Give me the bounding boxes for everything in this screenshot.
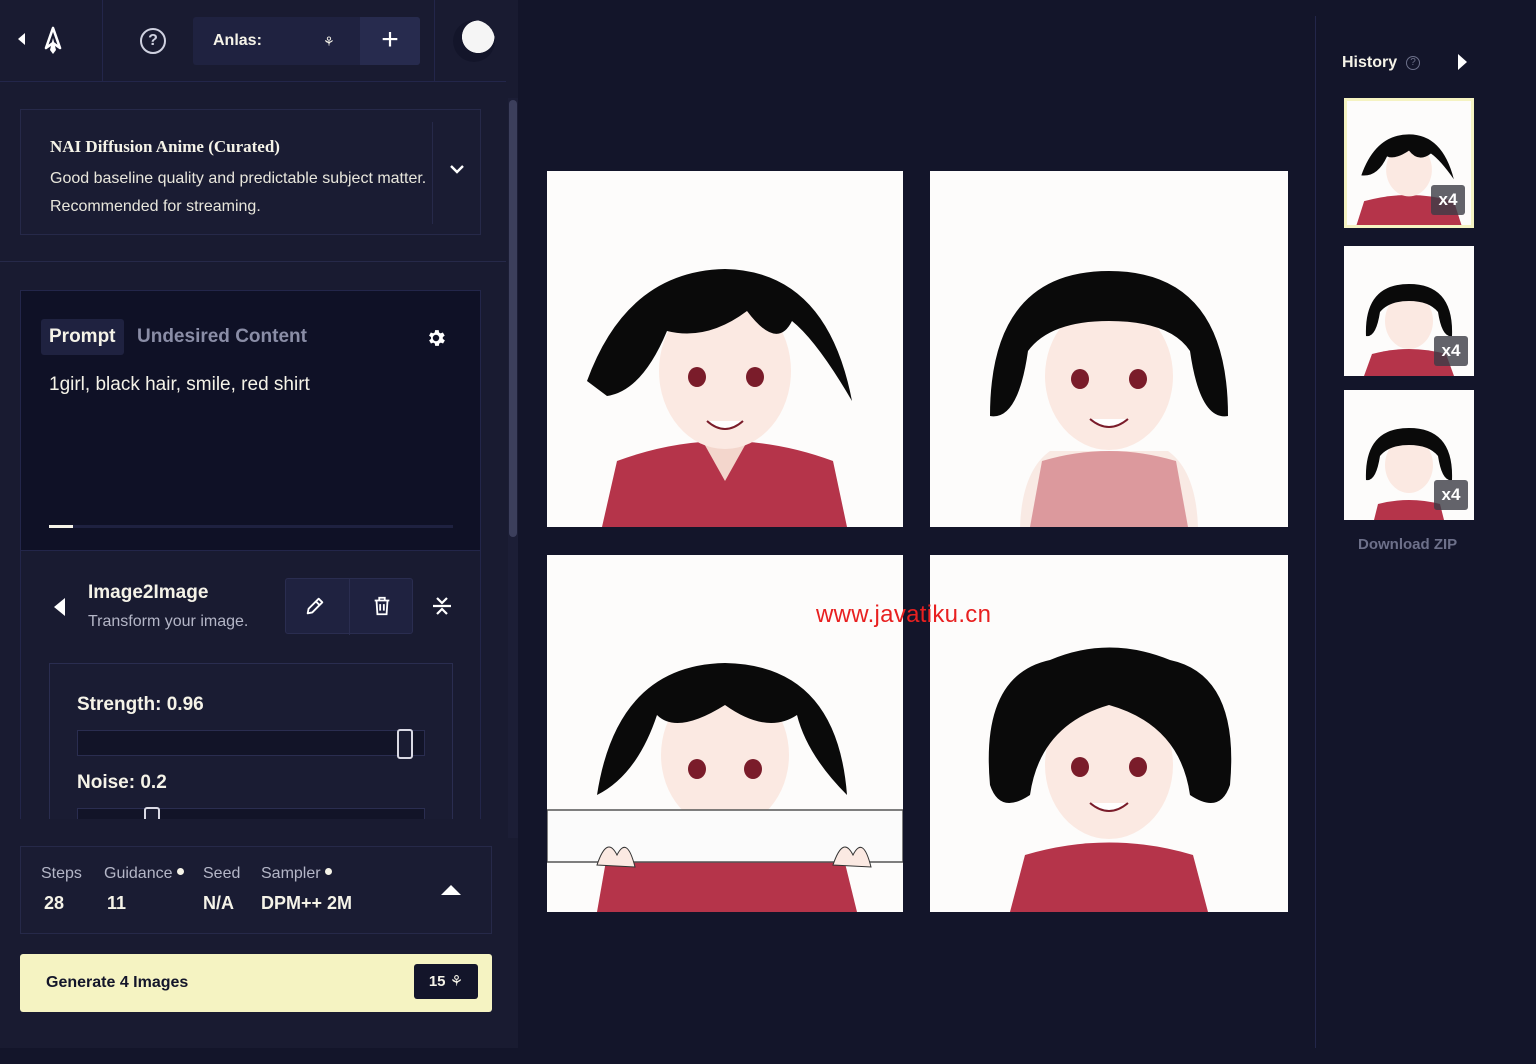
topbar-divider — [434, 0, 435, 82]
sampler-setting: Sampler DPM++ 2M — [261, 865, 352, 914]
image2image-sliders: Strength: 0.96 Noise: 0.2 — [49, 663, 453, 819]
seed-value: N/A — [203, 893, 234, 913]
sampler-label: Sampler — [261, 865, 321, 882]
button-divider — [349, 579, 350, 635]
portrait-image — [990, 271, 1228, 527]
generate-label: Generate 4 Images — [46, 974, 189, 991]
cost-badge: 15 ⚘ — [414, 964, 478, 999]
image2image-subtitle: Transform your image. — [88, 613, 249, 630]
pencil-icon[interactable] — [304, 595, 326, 617]
watermark: www.javatiku.cn — [816, 601, 992, 628]
gear-icon[interactable] — [425, 327, 447, 349]
prompt-panel: Prompt Undesired Content 1girl, black ha… — [20, 290, 481, 551]
anlas-icon: ⚘ — [323, 34, 335, 49]
model-description: Good baseline quality and predictable su… — [50, 170, 427, 215]
generated-image-1[interactable] — [547, 171, 903, 527]
topbar-divider — [102, 0, 103, 82]
history-panel: History ? x4 x4 x4 Download ZIP — [1315, 16, 1536, 1048]
history-title: History — [1342, 54, 1398, 71]
steps-setting: Steps 28 — [41, 865, 82, 914]
image2image-actions — [285, 578, 413, 635]
image-count-badge: x4 — [1434, 480, 1468, 510]
modified-dot-icon — [324, 868, 332, 875]
image-count-badge: x4 — [1434, 336, 1468, 366]
sidebar-scrollbar[interactable] — [508, 98, 518, 838]
collapse-sidebar-icon[interactable] — [18, 33, 25, 45]
collapse-vertical-icon[interactable] — [431, 594, 453, 618]
sampler-value: DPM++ 2M — [261, 893, 353, 913]
modified-dot-icon — [176, 868, 184, 875]
anlas-balance: Anlas: ⚘ + — [193, 17, 420, 65]
strength-slider-handle[interactable] — [397, 729, 413, 759]
left-sidebar: ? Anlas: ⚘ + NAI Diffusion Anime (Curate… — [0, 0, 518, 1048]
image-count-badge: x4 — [1431, 185, 1465, 215]
strength-label: Strength: 0.96 — [77, 694, 204, 715]
guidance-label-row: Guidance — [104, 865, 184, 883]
token-progress-bar — [49, 525, 453, 528]
steps-value: 28 — [44, 893, 65, 913]
token-progress-fill — [49, 525, 74, 528]
anlas-icon: ⚘ — [449, 973, 464, 990]
noise-slider[interactable] — [77, 807, 425, 819]
strength-value: 0.96 — [166, 694, 204, 715]
prompt-input[interactable]: 1girl, black hair, smile, red shirt — [49, 374, 310, 396]
generate-button[interactable]: Generate 4 Images 15 ⚘ — [20, 954, 492, 1012]
model-name: NAI Diffusion Anime (Curated) — [50, 137, 280, 156]
seed-label: Seed — [203, 865, 241, 882]
collapse-arrow-icon[interactable] — [54, 598, 65, 616]
anlas-label: Anlas: — [213, 32, 262, 49]
guidance-value: 11 — [107, 893, 127, 913]
sampler-label-row: Sampler — [261, 865, 352, 883]
strength-slider[interactable] — [77, 729, 425, 759]
seed-setting: Seed N/A — [203, 865, 240, 914]
cost-value: 15 — [428, 973, 446, 990]
model-divider — [432, 122, 433, 224]
trash-icon[interactable] — [371, 595, 393, 617]
collapse-history-icon[interactable] — [1458, 54, 1467, 70]
image2image-title: Image2Image — [88, 582, 209, 603]
noise-value: 0.2 — [140, 772, 167, 793]
buy-anlas-button[interactable]: + — [360, 17, 420, 65]
guidance-setting: Guidance 11 — [104, 865, 184, 914]
tab-prompt[interactable]: Prompt — [41, 319, 124, 355]
noise-label: Noise: 0.2 — [77, 772, 167, 793]
expand-settings-icon[interactable] — [441, 885, 461, 895]
history-item[interactable]: x4 — [1344, 390, 1474, 520]
model-selector[interactable]: NAI Diffusion Anime (Curated) Good basel… — [20, 109, 481, 235]
help-icon[interactable]: ? — [140, 28, 166, 54]
noise-slider-handle[interactable] — [144, 807, 160, 819]
generation-settings[interactable]: Steps 28 Guidance 11 Seed N/A Sampler DP… — [20, 846, 492, 934]
chevron-down-icon[interactable] — [448, 160, 466, 178]
help-icon[interactable]: ? — [1406, 56, 1420, 70]
portrait-image — [587, 269, 852, 527]
history-item[interactable]: x4 — [1344, 246, 1474, 376]
image2image-panel: Image2Image Transform your image. Streng… — [20, 551, 481, 819]
guidance-label: Guidance — [104, 865, 173, 882]
download-zip-link[interactable]: Download ZIP — [1358, 536, 1457, 553]
top-bar: ? Anlas: ⚘ + — [0, 0, 506, 82]
tab-undesired-content[interactable]: Undesired Content — [137, 319, 307, 355]
generated-image-2[interactable] — [930, 171, 1288, 527]
history-item[interactable]: x4 — [1344, 98, 1474, 228]
section-divider — [0, 261, 506, 262]
novelai-logo-icon[interactable] — [38, 26, 68, 56]
scrollbar-thumb[interactable] — [509, 100, 517, 537]
steps-label: Steps — [41, 865, 82, 882]
user-avatar[interactable] — [453, 20, 495, 62]
